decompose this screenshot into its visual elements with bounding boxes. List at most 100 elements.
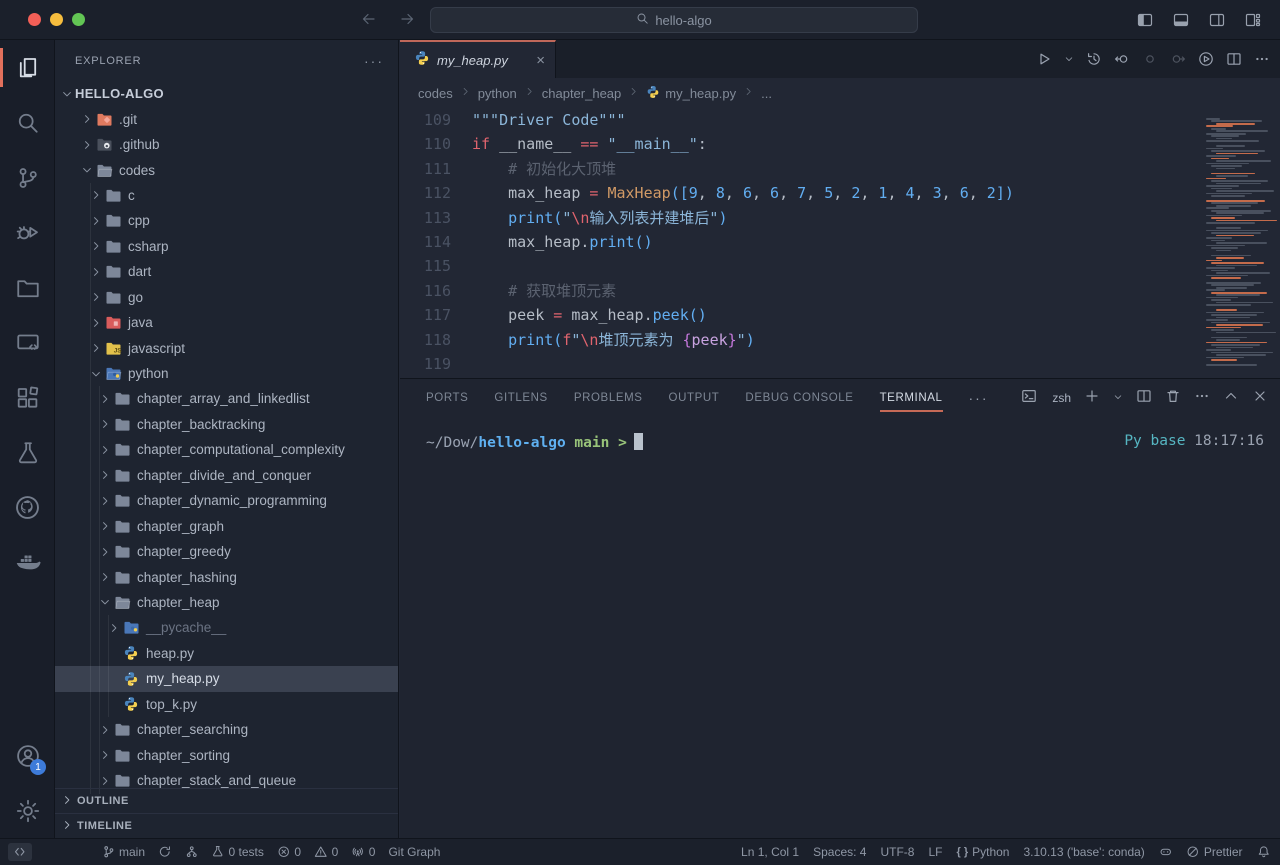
status-remote[interactable] xyxy=(8,843,32,861)
close-panel-button[interactable] xyxy=(1252,388,1268,409)
code-line-118[interactable]: 118 print(f"\n堆顶元素为 {peek}") xyxy=(400,328,1280,352)
folder-item--pycache-[interactable]: __pycache__ xyxy=(55,615,398,640)
status-sync[interactable] xyxy=(158,845,172,859)
status-bell[interactable] xyxy=(1257,845,1271,859)
status-prettier[interactable]: Prettier xyxy=(1186,845,1242,859)
panel-tabs-overflow-button[interactable]: ··· xyxy=(969,390,989,406)
accounts-activity-icon[interactable]: 1 xyxy=(0,728,55,783)
file-item-heap-py[interactable]: heap.py xyxy=(55,641,398,666)
folder-item-chapter-array-and-linkedlist[interactable]: chapter_array_and_linkedlist xyxy=(55,386,398,411)
navigate-forward-icon[interactable] xyxy=(396,8,418,30)
status-lf[interactable]: LF xyxy=(928,845,942,859)
status-0-tests[interactable]: 0 tests xyxy=(211,845,264,859)
status-gitlens[interactable] xyxy=(185,845,199,859)
folder-item-chapter-sorting[interactable]: chapter_sorting xyxy=(55,742,398,767)
source-control-activity-icon[interactable] xyxy=(0,150,55,205)
code-line-109[interactable]: 109"""Driver Code""" xyxy=(400,108,1280,132)
breadcrumb-item--[interactable]: ... xyxy=(761,86,772,101)
status-utf-8[interactable]: UTF-8 xyxy=(880,845,914,859)
testing-activity-icon[interactable] xyxy=(0,425,55,480)
code-line-110[interactable]: 110if __name__ == "__main__": xyxy=(400,132,1280,156)
project-manager-activity-icon[interactable] xyxy=(0,260,55,315)
heatmap-next-icon[interactable] xyxy=(1170,51,1186,67)
maximize-panel-button[interactable] xyxy=(1223,388,1239,409)
folder-item-chapter-hashing[interactable]: chapter_hashing xyxy=(55,564,398,589)
minimize-window-button[interactable] xyxy=(50,13,63,26)
breadcrumb-item-python[interactable]: python xyxy=(478,86,517,101)
folder-item-chapter-graph[interactable]: chapter_graph xyxy=(55,513,398,538)
split-terminal-button[interactable] xyxy=(1136,388,1152,409)
navigate-back-icon[interactable] xyxy=(358,8,380,30)
code-line-113[interactable]: 113 print("\n输入列表并建堆后") xyxy=(400,206,1280,230)
heatmap-prev-icon[interactable] xyxy=(1114,51,1130,67)
remote-explorer-activity-icon[interactable] xyxy=(0,315,55,370)
section-outline[interactable]: OUTLINE xyxy=(55,788,398,813)
search-activity-icon[interactable] xyxy=(0,95,55,150)
panel-tab-problems[interactable]: PROBLEMS xyxy=(574,379,643,417)
status-0[interactable]: 0 xyxy=(277,845,301,859)
editor-more-actions-button[interactable] xyxy=(1254,51,1270,67)
code-line-112[interactable]: 112 max_heap = MaxHeap([9, 8, 6, 6, 7, 5… xyxy=(400,181,1280,205)
code-line-116[interactable]: 116 # 获取堆顶元素 xyxy=(400,279,1280,303)
window-controls[interactable] xyxy=(28,13,85,26)
breadcrumb-item-codes[interactable]: codes xyxy=(418,86,453,101)
close-window-button[interactable] xyxy=(28,13,41,26)
folder-item-python[interactable]: python xyxy=(55,361,398,386)
toggle-panel-icon[interactable] xyxy=(1170,9,1192,31)
folder-item--git[interactable]: .git xyxy=(55,106,398,131)
folder-item-chapter-greedy[interactable]: chapter_greedy xyxy=(55,539,398,564)
folder-item-chapter-dynamic-programming[interactable]: chapter_dynamic_programming xyxy=(55,488,398,513)
explorer-activity-icon[interactable] xyxy=(0,40,55,95)
status-copilot[interactable] xyxy=(1159,845,1173,859)
explorer-actions-button[interactable]: ··· xyxy=(364,53,384,69)
breadcrumb-item-my-heap-py[interactable]: my_heap.py xyxy=(646,85,736,102)
tab-my-heap-py[interactable]: my_heap.py × xyxy=(400,40,556,78)
panel-tab-debug-console[interactable]: DEBUG CONSOLE xyxy=(745,379,853,417)
settings-activity-icon[interactable] xyxy=(0,783,55,838)
docker-activity-icon[interactable] xyxy=(0,535,55,590)
split-editor-button[interactable] xyxy=(1226,51,1242,67)
run-python-file-button[interactable] xyxy=(1036,51,1052,67)
extensions-activity-icon[interactable] xyxy=(0,370,55,425)
folder-item--github[interactable]: .github xyxy=(55,132,398,157)
new-terminal-button[interactable] xyxy=(1084,388,1100,409)
kill-terminal-button[interactable] xyxy=(1165,388,1181,409)
customize-layout-icon[interactable] xyxy=(1242,9,1264,31)
breadcrumb-item-chapter-heap[interactable]: chapter_heap xyxy=(542,86,622,101)
folder-item-go[interactable]: go xyxy=(55,285,398,310)
folder-item-dart[interactable]: dart xyxy=(55,259,398,284)
view-history-icon[interactable] xyxy=(1086,51,1102,67)
code-line-117[interactable]: 117 peek = max_heap.peek() xyxy=(400,303,1280,327)
status-python[interactable]: { }Python xyxy=(956,845,1009,859)
chevron-right-icon[interactable] xyxy=(79,139,95,151)
run-and-debug-activity-icon[interactable] xyxy=(0,205,55,260)
code-line-119[interactable]: 119 xyxy=(400,352,1280,376)
terminal-icon[interactable] xyxy=(1021,388,1037,409)
status-0[interactable]: 0 xyxy=(314,845,338,859)
run-dropdown[interactable] xyxy=(1064,54,1074,64)
chevron-right-icon[interactable] xyxy=(79,113,95,125)
folder-item-chapter-heap[interactable]: chapter_heap xyxy=(55,590,398,615)
status-ln-1-col-1[interactable]: Ln 1, Col 1 xyxy=(741,845,799,859)
folder-item-javascript[interactable]: JSjavascript xyxy=(55,335,398,360)
minimap[interactable] xyxy=(1196,108,1280,378)
command-center-search[interactable]: hello-algo xyxy=(430,7,918,33)
folder-item-chapter-divide-and-conquer[interactable]: chapter_divide_and_conquer xyxy=(55,463,398,488)
terminal[interactable]: ~/Dow/hello-algo main > Py base 18:17:16 xyxy=(400,417,1280,451)
code-line-111[interactable]: 111 # 初始化大顶堆 xyxy=(400,157,1280,181)
folder-item-c[interactable]: c xyxy=(55,183,398,208)
folder-item-csharp[interactable]: csharp xyxy=(55,234,398,259)
folder-item-chapter-backtracking[interactable]: chapter_backtracking xyxy=(55,412,398,437)
status-main[interactable]: main xyxy=(102,845,146,859)
status-0[interactable]: 0 xyxy=(351,845,375,859)
tab-close-icon[interactable]: × xyxy=(536,52,545,69)
code-line-114[interactable]: 114 max_heap.print() xyxy=(400,230,1280,254)
code-line-115[interactable]: 115 xyxy=(400,254,1280,278)
toggle-secondary-sidebar-icon[interactable] xyxy=(1206,9,1228,31)
folder-item-chapter-computational-complexity[interactable]: chapter_computational_complexity xyxy=(55,437,398,462)
toggle-primary-sidebar-icon[interactable] xyxy=(1134,9,1156,31)
status-3-10-13-base-conda[interactable]: 3.10.13 ('base': conda) xyxy=(1023,845,1144,859)
github-activity-icon[interactable] xyxy=(0,480,55,535)
terminal-more-actions-button[interactable] xyxy=(1194,388,1210,409)
workspace-root-hello-algo[interactable]: HELLO-ALGO xyxy=(55,81,398,106)
